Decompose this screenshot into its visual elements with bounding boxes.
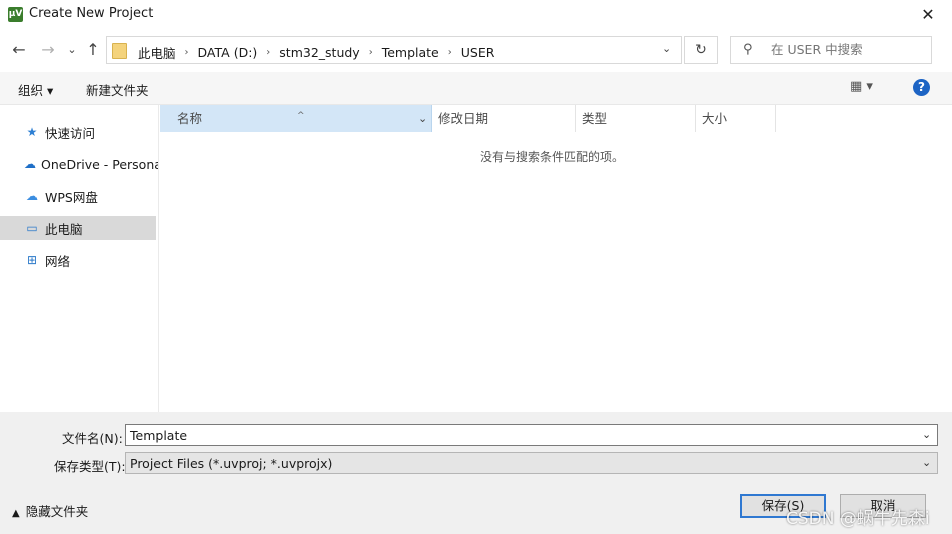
refresh-icon[interactable]: ↻: [684, 36, 718, 64]
address-bar[interactable]: 此电脑 › DATA (D:) › stm32_study › Template…: [106, 36, 682, 64]
close-button[interactable]: ✕: [913, 4, 943, 26]
keil-app-icon: µV: [8, 7, 23, 22]
chevron-down-icon[interactable]: ⌄: [922, 428, 931, 441]
crumb-separator: ›: [184, 47, 189, 58]
forward-icon[interactable]: →: [37, 38, 59, 62]
filename-value: Template: [130, 428, 188, 443]
computer-icon: ▭: [26, 221, 38, 235]
crumb-stm32-study[interactable]: stm32_study: [276, 45, 362, 60]
filename-label: 文件名(N):: [62, 431, 123, 446]
sidebar-item-this-pc[interactable]: ▭ 此电脑: [0, 216, 156, 240]
crumb-separator: ›: [368, 47, 373, 58]
column-header-size[interactable]: 大小: [696, 105, 776, 132]
filetype-select[interactable]: Project Files (*.uvproj; *.uvprojx) ⌄: [125, 452, 938, 474]
column-header-date[interactable]: 修改日期: [432, 105, 576, 132]
search-input[interactable]: [769, 41, 928, 58]
empty-list-message: 没有与搜索条件匹配的项。: [480, 150, 625, 164]
crumb-separator: ›: [447, 47, 452, 58]
cloud-icon: ☁: [24, 157, 36, 171]
sidebar-item-onedrive[interactable]: ☁ OneDrive - Personal: [0, 152, 159, 176]
search-box[interactable]: ⚲: [730, 36, 932, 64]
new-folder-button[interactable]: 新建文件夹: [86, 80, 149, 99]
hide-folders-label: 隐藏文件夹: [25, 504, 89, 519]
up-icon[interactable]: ↑: [82, 38, 104, 62]
sidebar-item-label: OneDrive - Personal: [41, 156, 159, 172]
chevron-down-icon[interactable]: ⌄: [662, 42, 671, 55]
chevron-down-icon: ⌄: [922, 456, 932, 469]
crumb-separator: ›: [266, 47, 271, 58]
navigation-pane: ★ 快速访问 ☁ OneDrive - Personal ☁ WPS网盘 ▭ 此…: [0, 105, 159, 412]
filetype-label: 保存类型(T):: [54, 459, 126, 474]
column-header-row: 名称 ^ ⌄ 修改日期 类型 大小: [160, 105, 952, 132]
sidebar-item-network[interactable]: ⊞ 网络: [0, 248, 156, 272]
chevron-up-icon: ▲: [12, 508, 20, 519]
recent-locations-icon[interactable]: ⌄: [61, 38, 83, 62]
crumb-user[interactable]: USER: [458, 45, 498, 60]
back-icon[interactable]: ←: [8, 38, 30, 62]
sidebar-item-label: WPS网盘: [45, 189, 98, 205]
sort-ascending-icon: ^: [297, 111, 305, 121]
sidebar-item-label: 此电脑: [45, 221, 83, 237]
organize-button[interactable]: 组织 ▾: [18, 80, 53, 99]
chevron-down-icon[interactable]: ⌄: [418, 105, 427, 132]
column-label: 名称: [177, 111, 203, 126]
crumb-template[interactable]: Template: [379, 45, 442, 60]
column-header-name[interactable]: 名称 ^ ⌄: [160, 105, 432, 132]
sidebar-item-quick-access[interactable]: ★ 快速访问: [0, 120, 156, 144]
star-icon: ★: [26, 125, 38, 139]
window-title: Create New Project: [29, 6, 154, 21]
help-icon[interactable]: ?: [913, 79, 930, 96]
wps-cloud-icon: ☁: [26, 189, 38, 203]
save-panel: 文件名(N): Template ⌄ 保存类型(T): Project File…: [0, 412, 952, 534]
sidebar-item-label: 快速访问: [45, 125, 96, 141]
sidebar-item-label: 网络: [45, 253, 71, 269]
folder-icon: [112, 43, 127, 59]
column-header-type[interactable]: 类型: [576, 105, 696, 132]
crumb-drive[interactable]: DATA (D:): [195, 45, 261, 60]
toolbar: 组织 ▾ 新建文件夹 ▦ ▾ ?: [0, 72, 952, 105]
hide-folders-toggle[interactable]: ▲ 隐藏文件夹: [12, 501, 88, 520]
filename-input[interactable]: Template ⌄: [125, 424, 938, 446]
view-options-icon[interactable]: ▦ ▾: [850, 79, 873, 94]
search-icon: ⚲: [743, 42, 753, 57]
csdn-watermark: CSDN @蜗牛先森i: [786, 509, 930, 529]
title-bar: µV Create New Project ✕: [0, 0, 952, 30]
filetype-value: Project Files (*.uvproj; *.uvprojx): [130, 456, 333, 471]
breadcrumb: 此电脑 › DATA (D:) › stm32_study › Template…: [135, 43, 497, 62]
sidebar-item-wps[interactable]: ☁ WPS网盘: [0, 184, 156, 208]
crumb-this-pc[interactable]: 此电脑: [135, 43, 179, 62]
network-icon: ⊞: [26, 253, 38, 267]
